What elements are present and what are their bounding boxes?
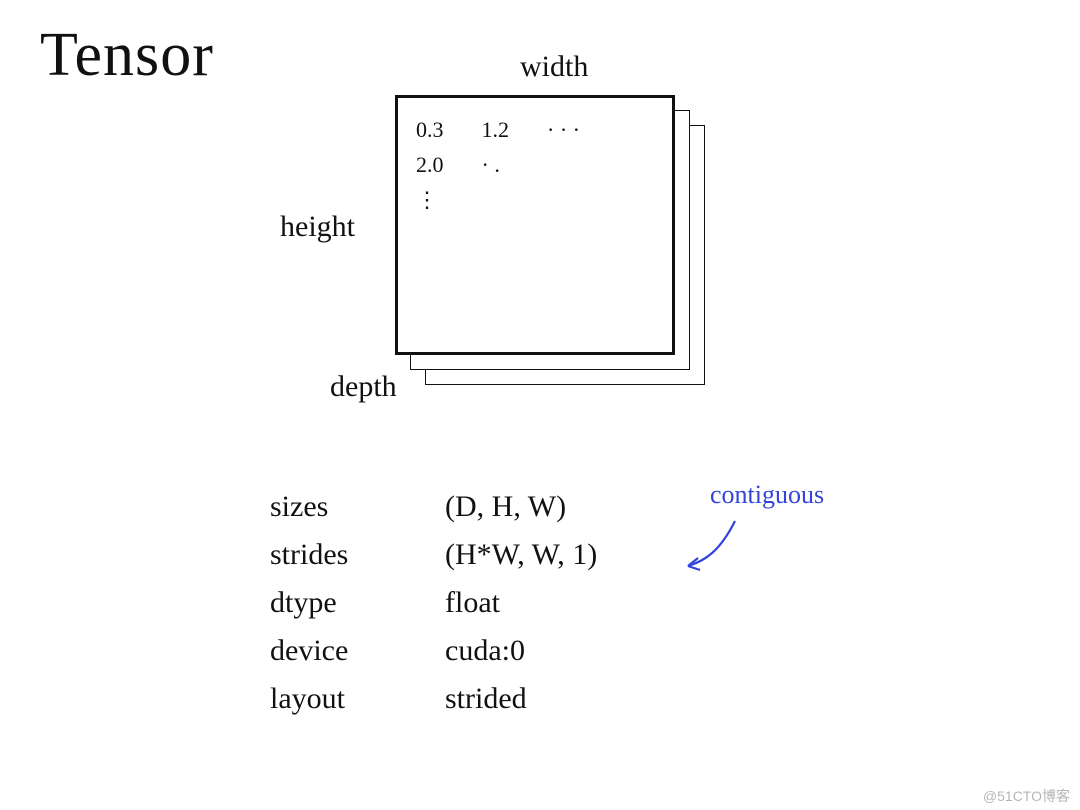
prop-value: cuda:0	[445, 634, 525, 668]
matrix-values: 0.3 1.2 · · · 2.0 · . ⋮	[416, 112, 607, 218]
prop-sizes: sizes (D, H, W)	[270, 490, 597, 524]
prop-key: strides	[270, 538, 445, 572]
cell-0-1: 1.2	[482, 112, 542, 147]
prop-strides: strides (H*W, W, 1)	[270, 538, 597, 572]
watermark: @51CTO博客	[983, 786, 1070, 806]
annotation-arrow-icon	[680, 516, 750, 576]
tensor-stack: 0.3 1.2 · · · 2.0 · . ⋮	[395, 95, 725, 395]
label-width: width	[520, 50, 588, 84]
properties-list: sizes (D, H, W) strides (H*W, W, 1) dtyp…	[270, 490, 597, 730]
prop-key: layout	[270, 682, 445, 716]
cell-vdots: ⋮	[416, 182, 476, 217]
cell-0-0: 0.3	[416, 112, 476, 147]
prop-key: sizes	[270, 490, 445, 524]
prop-dtype: dtype float	[270, 586, 597, 620]
prop-value: (D, H, W)	[445, 490, 566, 524]
label-depth: depth	[330, 370, 397, 404]
cell-1-0: 2.0	[416, 147, 476, 182]
label-height: height	[280, 210, 355, 244]
annotation-contiguous: contiguous	[710, 480, 824, 510]
cell-0-ellipsis: · · ·	[547, 112, 607, 147]
prop-layout: layout strided	[270, 682, 597, 716]
diagram-title: Tensor	[40, 20, 214, 91]
tensor-slice-front: 0.3 1.2 · · · 2.0 · . ⋮	[395, 95, 675, 355]
prop-value: (H*W, W, 1)	[445, 538, 597, 572]
prop-value: strided	[445, 682, 527, 716]
prop-device: device cuda:0	[270, 634, 597, 668]
cell-1-ddots: · .	[482, 147, 542, 182]
prop-key: dtype	[270, 586, 445, 620]
prop-value: float	[445, 586, 500, 620]
prop-key: device	[270, 634, 445, 668]
